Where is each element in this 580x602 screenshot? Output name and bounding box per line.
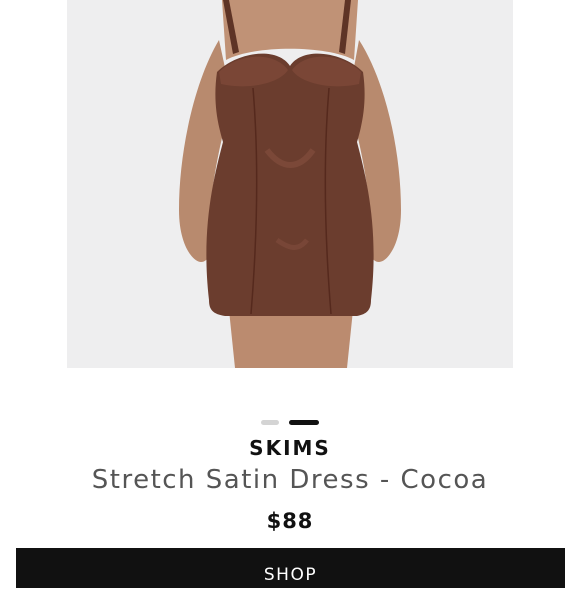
shop-button[interactable]: SHOP xyxy=(16,548,565,588)
brand-name: SKIMS xyxy=(249,436,331,460)
product-image[interactable] xyxy=(67,0,513,368)
product-price: $88 xyxy=(266,509,314,533)
product-title: Stretch Satin Dress - Cocoa xyxy=(91,465,489,495)
carousel-indicator xyxy=(0,419,580,425)
carousel-dot-active[interactable] xyxy=(289,419,319,425)
dress-photo xyxy=(67,0,513,368)
carousel-dot[interactable] xyxy=(261,419,279,425)
